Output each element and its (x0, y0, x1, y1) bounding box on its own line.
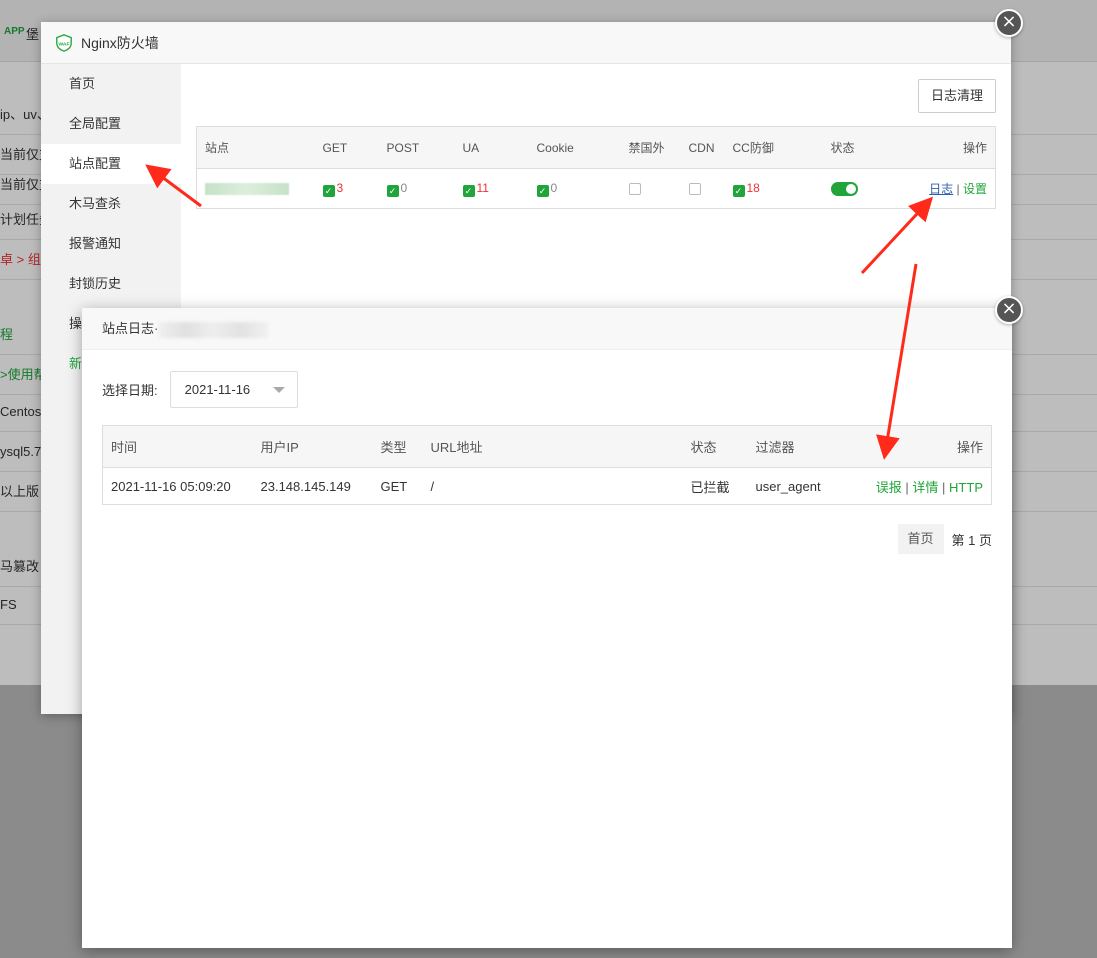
window-titlebar: WAF Nginx防火墙 (41, 22, 1011, 64)
column-header: GET (314, 126, 379, 169)
sidebar-item-site-config[interactable]: 站点配置 (41, 144, 181, 184)
column-header: 禁国外 (620, 126, 681, 169)
date-label: 选择日期: (102, 383, 158, 398)
dialog-title: 站点日志· (102, 321, 159, 336)
column-header: 操作 (857, 425, 992, 468)
date-filter: 选择日期: 2021-11-16 (102, 371, 298, 408)
sidebar-item-home[interactable]: 首页 (41, 64, 181, 104)
url-cell: / (430, 478, 435, 494)
action-separator: | (942, 479, 946, 495)
sidebar-item-global-config[interactable]: 全局配置 (41, 104, 181, 144)
post-checkbox[interactable]: ✓ (386, 184, 399, 197)
table-header-row: 时间 用户IP 类型 URL地址 状态 过滤器 操作 (102, 425, 992, 468)
type-cell: GET (380, 478, 408, 494)
svg-text:WAF: WAF (59, 41, 70, 47)
status-cell (823, 169, 893, 209)
get-cell: ✓ 3 (315, 169, 379, 209)
sidebar-item-alert-notify[interactable]: 报警通知 (41, 224, 181, 264)
block-foreign-checkbox[interactable] (628, 182, 641, 195)
cc-count: 18 (746, 180, 760, 195)
column-header: 时间 (102, 425, 253, 468)
date-select[interactable]: 2021-11-16 (169, 371, 298, 408)
actions-cell: 日志 | 设置 (893, 169, 996, 209)
cookie-cell: ✓ 0 (529, 169, 621, 209)
close-log-dialog-icon[interactable]: × (995, 296, 1023, 324)
column-header: UA (454, 126, 529, 169)
post-cell: ✓ 0 (379, 169, 455, 209)
first-page-button[interactable]: 首页 (897, 524, 944, 554)
ip-cell: 23.148.145.149 (260, 478, 351, 494)
sidebar-item-block-history[interactable]: 封锁历史 (41, 264, 181, 304)
column-header: 状态 (682, 425, 748, 468)
dialog-titlebar: 站点日志· (82, 308, 1012, 350)
table-row: 2021-11-16 05:09:20 23.148.145.149 GET /… (103, 468, 992, 505)
column-header: 状态 (822, 126, 893, 169)
column-header: 过滤器 (747, 425, 858, 468)
pagination: 首页 第 1 页 (897, 524, 992, 554)
column-header: 用户IP (252, 425, 373, 468)
cdn-cell (681, 169, 725, 209)
column-header: CDN (680, 126, 725, 169)
actions-cell: 误报 | 详情 | HTTP (858, 468, 992, 505)
window-title: Nginx防火墙 (81, 34, 159, 51)
date-select-value: 2021-11-16 (184, 382, 251, 397)
false-report-link[interactable]: 误报 (876, 480, 902, 495)
http-link[interactable]: HTTP (949, 480, 983, 495)
detail-link[interactable]: 详情 (912, 480, 938, 495)
get-count: 3 (336, 180, 344, 195)
settings-link[interactable]: 设置 (963, 182, 987, 196)
block-foreign-cell (621, 169, 681, 209)
column-header: 类型 (372, 425, 423, 468)
table-header-row: 站点 GET POST UA Cookie 禁国外 CDN CC防御 状态 操作 (196, 126, 996, 169)
column-header: 操作 (892, 126, 996, 169)
column-header: CC防御 (724, 126, 823, 169)
status-cell: 已拦截 (690, 479, 730, 495)
log-link[interactable]: 日志 (929, 182, 953, 196)
ua-cell: ✓ 11 (455, 169, 529, 209)
waf-shield-icon: WAF (56, 33, 72, 52)
sidebar-item-trojan-scan[interactable]: 木马查杀 (41, 184, 181, 224)
ua-checkbox[interactable]: ✓ (462, 184, 475, 197)
site-name-redacted (158, 321, 269, 338)
status-toggle[interactable] (830, 181, 858, 196)
current-page-label: 第 1 页 (951, 532, 992, 548)
chevron-down-icon (272, 387, 285, 393)
cc-checkbox[interactable]: ✓ (732, 184, 745, 197)
clear-logs-button[interactable]: 日志清理 (917, 79, 996, 113)
site-config-table: 站点 GET POST UA Cookie 禁国外 CDN CC防御 状态 操作… (196, 126, 996, 209)
post-count: 0 (400, 180, 408, 195)
close-firewall-window-icon[interactable]: × (995, 9, 1023, 37)
action-separator: | (956, 182, 960, 196)
cdn-checkbox[interactable] (688, 182, 701, 195)
column-header: Cookie (528, 126, 621, 169)
cookie-count: 0 (550, 180, 558, 195)
action-separator: | (905, 479, 909, 495)
column-header: 站点 (196, 126, 315, 169)
table-row: ✓ 3 ✓ 0 ✓ 11 ✓ 0 ✓ 18 日志 | 设置 (197, 169, 996, 209)
get-checkbox[interactable]: ✓ (322, 184, 335, 197)
column-header: URL地址 (422, 425, 683, 468)
cc-cell: ✓ 18 (725, 169, 823, 209)
cookie-checkbox[interactable]: ✓ (536, 184, 549, 197)
column-header: POST (378, 126, 455, 169)
site-name-cell (197, 169, 315, 209)
filter-cell: user_agent (755, 478, 821, 494)
site-name-redacted (205, 183, 289, 196)
ua-count: 11 (476, 180, 489, 195)
site-log-dialog: 站点日志· 选择日期: 2021-11-16 时间 用户IP 类型 URL地址 … (82, 308, 1012, 948)
time-cell: 2021-11-16 05:09:20 (111, 478, 231, 494)
site-log-table: 时间 用户IP 类型 URL地址 状态 过滤器 操作 2021-11-16 05… (102, 425, 992, 505)
